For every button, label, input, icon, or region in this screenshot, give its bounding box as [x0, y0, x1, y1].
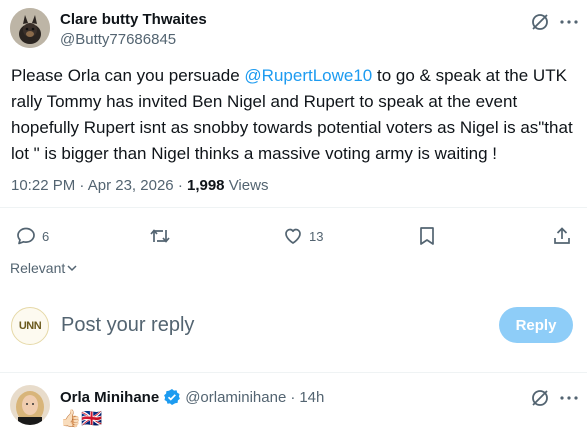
- more-options-icon[interactable]: [560, 20, 578, 24]
- tweet-text-start: Please Orla can you persuade: [11, 66, 245, 85]
- author-avatar[interactable]: [10, 8, 50, 48]
- grok-icon[interactable]: [530, 12, 550, 32]
- reply-author-handle[interactable]: @orlaminihane: [185, 389, 286, 406]
- views-label: Views: [228, 177, 269, 194]
- reply-time[interactable]: 14h: [299, 389, 324, 406]
- views-count: 1,998: [186, 177, 225, 194]
- more-options-icon[interactable]: [560, 396, 578, 400]
- author-name[interactable]: Clare butty Thwaites: [60, 11, 207, 28]
- composer-avatar-text: UNN: [18, 320, 42, 332]
- reply-count: 6: [42, 228, 50, 244]
- composer-avatar: UNN: [11, 307, 49, 345]
- heart-icon: [283, 226, 303, 246]
- reply-icon: [16, 226, 36, 246]
- sort-label: Relevant: [10, 260, 66, 276]
- grok-icon[interactable]: [530, 388, 550, 408]
- divider: [0, 372, 587, 373]
- tweet-text: Please Orla can you persuade @RupertLowe…: [11, 63, 576, 167]
- mention-link[interactable]: @RupertLowe10: [244, 66, 372, 85]
- reply-author-name[interactable]: Orla Minihane: [60, 389, 159, 406]
- chevron-down-icon: [67, 264, 77, 272]
- reply-input[interactable]: Post your reply: [61, 314, 194, 337]
- meta-separator: ·: [177, 177, 187, 194]
- reply-action[interactable]: 6: [16, 226, 49, 246]
- reply-author-avatar[interactable]: [10, 385, 50, 425]
- meta-separator: ·: [79, 177, 88, 194]
- divider: [0, 207, 587, 208]
- reply-button[interactable]: Reply: [499, 307, 573, 343]
- repost-icon[interactable]: [149, 226, 171, 246]
- meta-separator: ·: [290, 388, 296, 406]
- bookmark-icon[interactable]: [418, 226, 436, 246]
- tweet-time[interactable]: 10:22 PM: [11, 177, 75, 194]
- tweet-meta: 10:22 PM · Apr 23, 2026 · 1,998 Views: [11, 177, 268, 194]
- author-handle[interactable]: @Butty77686845: [60, 31, 176, 48]
- verified-badge-icon: [163, 388, 181, 406]
- reply-header: Orla Minihane @orlaminihane · 14h: [60, 388, 324, 406]
- like-action[interactable]: 13: [283, 226, 323, 246]
- reply-text: 👍🏻🇬🇧: [60, 409, 103, 428]
- tweet-date[interactable]: Apr 23, 2026: [88, 177, 174, 194]
- like-count: 13: [309, 228, 324, 244]
- sort-dropdown[interactable]: Relevant: [10, 260, 77, 276]
- share-icon[interactable]: [552, 226, 572, 246]
